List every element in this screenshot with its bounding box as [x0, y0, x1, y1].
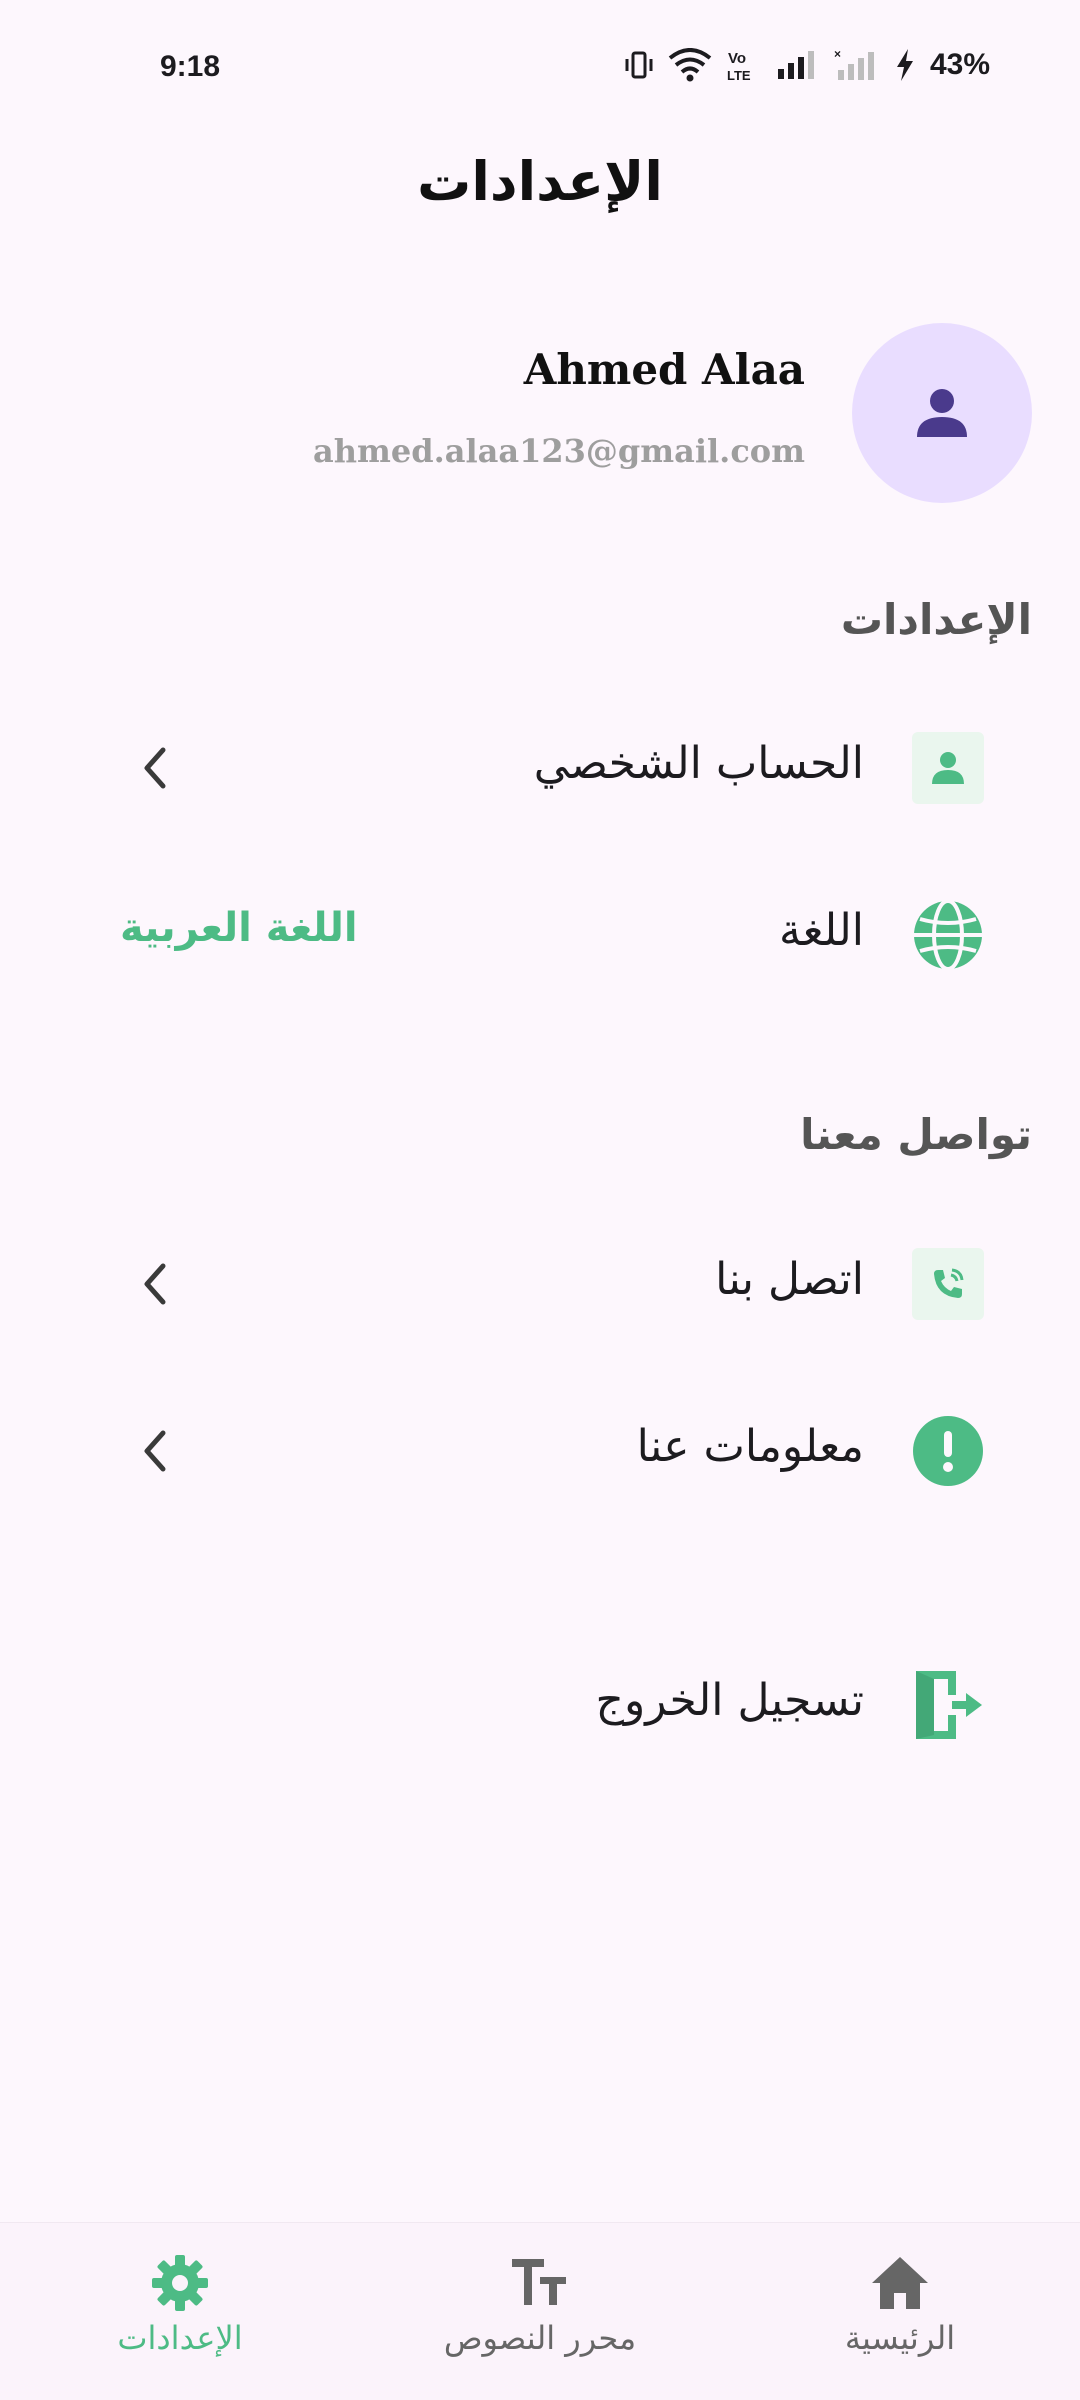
section-header-contact: تواصل معنا [800, 1110, 1032, 1159]
svg-text:×: × [834, 48, 841, 61]
volte-icon: Vo LTE [727, 50, 751, 82]
signal-no-service-icon: × [834, 48, 874, 80]
person-icon [912, 732, 984, 804]
status-icons: Vo LTE × 43% [624, 48, 990, 82]
list-item-language[interactable]: اللغة اللغة العربية [0, 875, 1080, 995]
list-item-label: اللغة [778, 905, 864, 956]
svg-text:Vo: Vo [728, 50, 746, 67]
nav-item-settings[interactable]: الإعدادات [30, 2253, 330, 2357]
chevron-left-icon [144, 1263, 166, 1305]
avatar[interactable] [852, 323, 1032, 503]
battery-percent: 43% [929, 48, 990, 81]
list-item-label: الحساب الشخصي [533, 738, 864, 789]
person-icon [917, 389, 967, 437]
charging-icon [896, 49, 913, 81]
nav-item-text-editor[interactable]: محرر النصوص [390, 2253, 690, 2357]
list-item-contact-us[interactable]: اتصل بنا [0, 1224, 1080, 1344]
chevron-left-icon [144, 747, 166, 789]
profile-email: ahmed.alaa123@gmail.com [313, 432, 805, 470]
list-item-personal-account[interactable]: الحساب الشخصي [0, 708, 1080, 828]
section-header-settings: الإعدادات [840, 595, 1032, 644]
list-item-label: اتصل بنا [715, 1254, 864, 1305]
status-bar: 9:18 Vo LTE × 43% [0, 0, 1080, 140]
logout-icon [912, 1669, 984, 1741]
nav-label: الإعدادات [117, 2319, 243, 2357]
nav-label: محرر النصوص [443, 2319, 637, 2357]
vibrate-icon [625, 51, 653, 79]
home-icon [872, 2257, 928, 2309]
text-size-icon [512, 2259, 566, 2305]
phone-icon [912, 1248, 984, 1320]
list-item-about-us[interactable]: معلومات عنا [0, 1391, 1080, 1511]
page-title: الإعدادات [417, 150, 663, 213]
signal-icon [777, 51, 814, 79]
profile-name: Ahmed Alaa [523, 345, 805, 394]
bottom-nav: الإعدادات محرر النصوص الرئيسية [0, 2222, 1080, 2400]
status-time: 9:18 [160, 50, 221, 83]
globe-icon [912, 899, 984, 971]
list-item-label: معلومات عنا [636, 1421, 864, 1472]
nav-label: الرئيسية [844, 2319, 956, 2357]
logout-button[interactable]: تسجيل الخروج [0, 1645, 1080, 1765]
svg-text:LTE: LTE [727, 68, 751, 82]
language-value[interactable]: اللغة العربية [120, 905, 358, 951]
gear-icon [152, 2255, 208, 2311]
chevron-left-icon [144, 1430, 166, 1472]
logout-label: تسجيل الخروج [595, 1675, 864, 1726]
wifi-icon [668, 48, 712, 82]
info-icon [912, 1415, 984, 1487]
nav-item-home[interactable]: الرئيسية [750, 2253, 1050, 2357]
